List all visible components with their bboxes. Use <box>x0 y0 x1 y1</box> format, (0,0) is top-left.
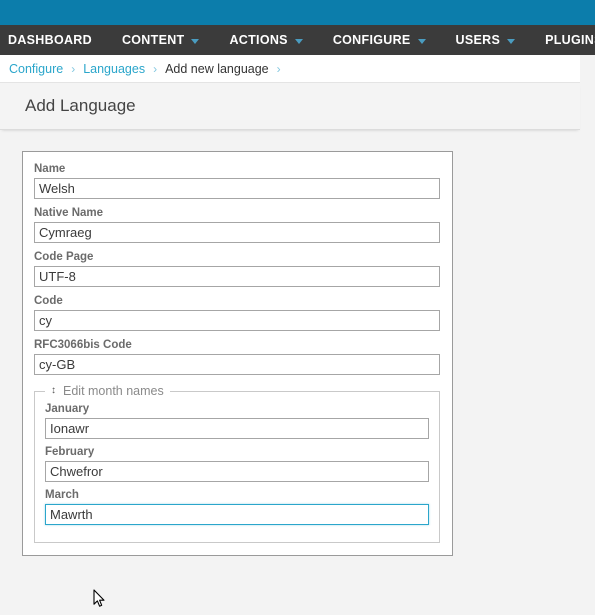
field-january: January <box>45 403 429 439</box>
nav-item-label: DASHBOARD <box>8 33 92 47</box>
code-page-input[interactable] <box>34 266 440 287</box>
page-title-bar: Add Language <box>0 83 580 130</box>
nav-item-actions[interactable]: ACTIONS <box>229 33 316 47</box>
chevron-down-icon <box>507 38 516 44</box>
field-name: Name <box>34 163 440 199</box>
code-input[interactable] <box>34 310 440 331</box>
main-navigation: DASHBOARD CONTENT ACTIONS CONFIGURE USER… <box>0 25 595 55</box>
field-label-january: January <box>45 403 90 415</box>
nav-item-plugins[interactable]: PLUGINS <box>545 33 595 47</box>
mouse-cursor <box>93 589 105 607</box>
breadcrumb-separator-icon: › <box>276 61 281 76</box>
breadcrumb-separator-icon: › <box>71 61 76 76</box>
field-label-native-name: Native Name <box>34 207 104 219</box>
march-input[interactable] <box>45 504 429 525</box>
top-blue-bar <box>0 0 595 25</box>
field-label-february: February <box>45 446 95 458</box>
january-input[interactable] <box>45 418 429 439</box>
content-area: Name Native Name Code Page Code RFC3066b… <box>0 130 595 556</box>
field-label-march: March <box>45 489 79 501</box>
field-label-code-page: Code Page <box>34 251 94 263</box>
field-code: Code <box>34 295 440 331</box>
native-name-input[interactable] <box>34 222 440 243</box>
field-label-name: Name <box>34 163 66 175</box>
field-label-rfc3066bis-code: RFC3066bis Code <box>34 339 132 351</box>
nav-item-dashboard[interactable]: DASHBOARD <box>8 33 106 47</box>
field-native-name: Native Name <box>34 207 440 243</box>
add-language-form: Name Native Name Code Page Code RFC3066b… <box>22 151 453 556</box>
field-code-page: Code Page <box>34 251 440 287</box>
edit-month-names-legend[interactable]: ↕ Edit month names <box>45 384 170 398</box>
collapse-toggle-icon[interactable]: ↕ <box>49 386 58 396</box>
nav-item-label: PLUGINS <box>545 33 595 47</box>
breadcrumb: Configure › Languages › Add new language… <box>0 55 580 83</box>
breadcrumb-item-languages[interactable]: Languages <box>83 62 145 76</box>
breadcrumb-item-configure[interactable]: Configure <box>9 62 63 76</box>
name-input[interactable] <box>34 178 440 199</box>
nav-item-label: USERS <box>455 33 501 47</box>
page-root: DASHBOARD CONTENT ACTIONS CONFIGURE USER… <box>0 0 595 607</box>
nav-item-label: CONTENT <box>121 33 185 47</box>
nav-item-content[interactable]: CONTENT <box>122 33 214 47</box>
chevron-down-icon <box>417 38 426 44</box>
chevron-down-icon <box>294 38 303 44</box>
field-label-code: Code <box>34 295 63 307</box>
field-february: February <box>45 446 429 482</box>
nav-item-label: CONFIGURE <box>332 33 411 47</box>
field-march: March <box>45 489 429 525</box>
nav-item-configure[interactable]: CONFIGURE <box>333 33 440 47</box>
breadcrumb-item-add-new-language: Add new language <box>165 61 269 76</box>
rfc3066bis-code-input[interactable] <box>34 354 440 375</box>
field-rfc3066bis-code: RFC3066bis Code <box>34 339 440 375</box>
edit-month-names-fieldset: ↕ Edit month names January February Marc… <box>34 384 440 543</box>
edit-month-names-legend-label: Edit month names <box>63 384 164 398</box>
page-title: Add Language <box>25 96 136 115</box>
nav-item-label: ACTIONS <box>229 33 288 47</box>
chevron-down-icon <box>191 38 200 44</box>
february-input[interactable] <box>45 461 429 482</box>
nav-item-users[interactable]: USERS <box>456 33 530 47</box>
breadcrumb-separator-icon: › <box>153 61 158 76</box>
